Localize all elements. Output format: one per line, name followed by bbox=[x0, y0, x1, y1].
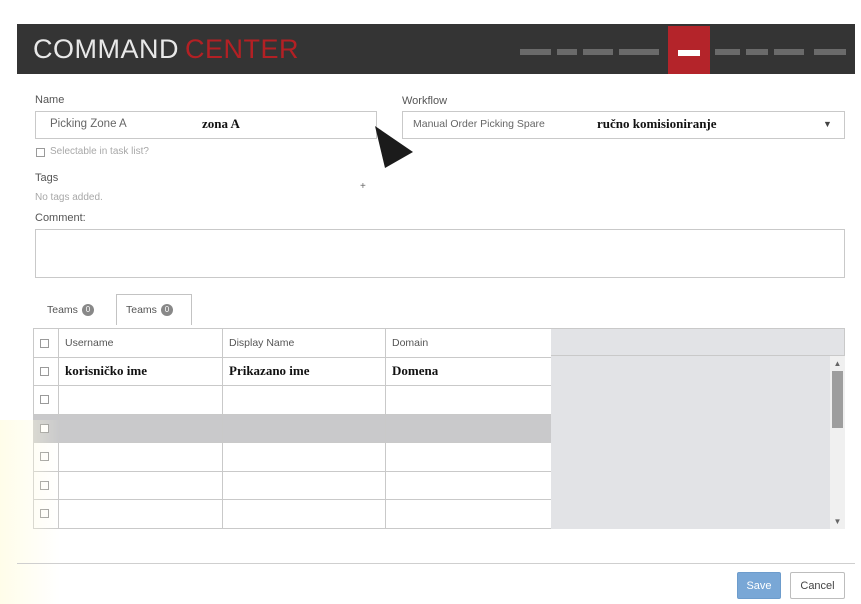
table-header-row: Username Display Name Domain bbox=[33, 328, 552, 358]
nav-item-8[interactable] bbox=[774, 49, 804, 55]
tags-label: Tags bbox=[35, 172, 59, 184]
scrollbar-thumb[interactable] bbox=[832, 371, 843, 428]
nav-item-active[interactable] bbox=[668, 26, 710, 74]
nav-item-6[interactable] bbox=[715, 49, 740, 55]
workflow-select-value: Manual Order Picking Spare bbox=[413, 118, 545, 130]
row-checkbox[interactable] bbox=[40, 395, 49, 405]
cell-username: korisničko ime bbox=[58, 356, 223, 387]
cell-display-name: Prikazano ime bbox=[222, 356, 386, 387]
nav-item-1[interactable] bbox=[520, 49, 551, 55]
nav-item-4[interactable] bbox=[619, 49, 659, 55]
workflow-label: Workflow bbox=[402, 95, 448, 107]
scroll-up-icon[interactable]: ▲ bbox=[832, 359, 843, 369]
app-logo: COMMAND CENTER bbox=[33, 34, 299, 64]
teams-table: Username Display Name Domain korisničko … bbox=[33, 328, 552, 529]
col-header-display-name[interactable]: Display Name bbox=[222, 328, 386, 358]
tags-empty-text: No tags added. bbox=[35, 192, 103, 203]
tab-teams-1[interactable]: Teams 0 bbox=[47, 304, 94, 316]
nav-item-9[interactable] bbox=[814, 49, 846, 55]
comment-textarea[interactable] bbox=[35, 229, 845, 278]
tab-teams-1-label: Teams bbox=[47, 304, 78, 316]
detail-panel bbox=[551, 356, 845, 529]
col-header-domain[interactable]: Domain bbox=[385, 328, 552, 358]
add-tag-icon[interactable]: + bbox=[360, 181, 366, 192]
footer-divider bbox=[17, 563, 855, 564]
table-row[interactable] bbox=[33, 470, 552, 501]
table-row-selected[interactable] bbox=[33, 413, 552, 444]
tab-teams-1-count: 0 bbox=[81, 304, 94, 316]
nav-item-7[interactable] bbox=[746, 49, 768, 55]
logo-command: COMMAND bbox=[33, 34, 179, 64]
background-tint bbox=[0, 420, 60, 604]
logo-center: CENTER bbox=[185, 34, 300, 64]
cancel-button[interactable]: Cancel bbox=[790, 572, 845, 599]
detail-panel-header bbox=[551, 328, 845, 356]
table-row[interactable] bbox=[33, 499, 552, 529]
nav-item-3[interactable] bbox=[583, 49, 613, 55]
select-all-checkbox[interactable] bbox=[40, 338, 49, 348]
workflow-annotation: ručno komisioniranje bbox=[597, 116, 717, 131]
name-annotation: zona A bbox=[202, 116, 240, 131]
table-row[interactable]: korisničko ime Prikazano ime Domena bbox=[33, 356, 552, 387]
tab-teams-2[interactable]: Teams 0 bbox=[126, 304, 173, 316]
tab-teams-2-count: 0 bbox=[160, 304, 173, 316]
name-input-value: Picking Zone A bbox=[50, 118, 127, 130]
col-header-username[interactable]: Username bbox=[58, 328, 223, 358]
table-row[interactable] bbox=[33, 385, 552, 415]
nav-item-2[interactable] bbox=[557, 49, 577, 55]
comment-label: Comment: bbox=[35, 212, 86, 224]
cell-domain: Domena bbox=[385, 356, 552, 387]
selectable-label: Selectable in task list? bbox=[50, 146, 149, 157]
row-checkbox[interactable] bbox=[40, 366, 49, 376]
selectable-checkbox[interactable] bbox=[36, 148, 45, 157]
cursor-arrow-icon bbox=[375, 126, 413, 168]
scroll-down-icon[interactable]: ▼ bbox=[832, 517, 843, 527]
table-row[interactable] bbox=[33, 442, 552, 472]
tab-teams-2-label: Teams bbox=[126, 304, 157, 316]
app-header: COMMAND CENTER bbox=[17, 24, 855, 74]
name-label: Name bbox=[35, 94, 65, 106]
save-button[interactable]: Save bbox=[737, 572, 781, 599]
caret-down-icon[interactable]: ▼ bbox=[823, 119, 832, 129]
